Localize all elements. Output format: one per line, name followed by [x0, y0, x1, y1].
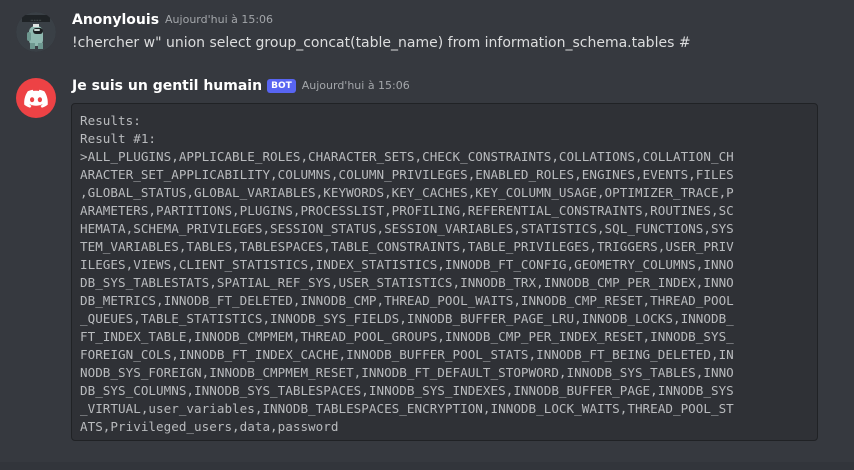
code-line: FOREIGN_COLS,INNODB_FT_INDEX_CACHE,INNOD…	[80, 347, 734, 362]
code-line: NODB_SYS_FOREIGN,INNODB_CMPMEM_RESET,INN…	[80, 365, 734, 380]
message-header: Anonylouis Aujourd'hui à 15:06	[72, 12, 273, 28]
code-line: Results:	[80, 113, 141, 128]
message-author[interactable]: Anonylouis	[72, 12, 159, 28]
code-line: ,GLOBAL_STATUS,GLOBAL_VARIABLES,KEYWORDS…	[80, 185, 734, 200]
svg-text:.......: .......	[30, 17, 42, 23]
message-author[interactable]: Je suis un gentil humain	[72, 78, 262, 94]
message-timestamp: Aujourd'hui à 15:06	[165, 13, 274, 26]
code-line: DB_SYS_COLUMNS,INNODB_SYS_TABLESPACES,IN…	[80, 383, 734, 398]
code-block: Results: Result #1: >ALL_PLUGINS,APPLICABL…	[71, 103, 818, 441]
code-line: _QUEUES,TABLE_STATISTICS,INNODB_SYS_FIEL…	[80, 311, 734, 326]
code-line: ILEGES,VIEWS,CLIENT_STATISTICS,INDEX_STA…	[80, 257, 734, 272]
message-header: Je suis un gentil humain BOT Aujourd'hui…	[72, 78, 410, 94]
code-line: ARAMETERS,PARTITIONS,PLUGINS,PROCESSLIST…	[80, 203, 734, 218]
code-line: ATS,Privileged_users,data,password	[80, 419, 339, 434]
bot-badge: BOT	[267, 79, 296, 93]
bot-avatar[interactable]	[16, 78, 56, 118]
chat-message-list: ....... Anonylouis Aujourd'hui à 15:06 !…	[0, 0, 854, 470]
code-line: DB_METRICS,INNODB_FT_DELETED,INNODB_CMP,…	[80, 293, 734, 308]
code-line: FT_INDEX_TABLE,INNODB_CMPMEM,THREAD_POOL…	[80, 329, 734, 344]
code-line: TEM_VARIABLES,TABLES,TABLESPACES,TABLE_C…	[80, 239, 734, 254]
code-line: DB_SYS_TABLESTATS,SPATIAL_REF_SYS,USER_S…	[80, 275, 734, 290]
message-input-area	[0, 462, 854, 470]
among-us-crewmate-icon: .......	[16, 12, 56, 52]
code-line: ARACTER_SET_APPLICABILITY,COLUMNS,COLUMN…	[80, 167, 734, 182]
code-line: _VIRTUAL,user_variables,INNODB_TABLESPAC…	[80, 401, 734, 416]
code-line: Result #1:	[80, 131, 157, 146]
code-line: HEMATA,SCHEMA_PRIVILEGES,SESSION_STATUS,…	[80, 221, 734, 236]
message-user: ....... Anonylouis Aujourd'hui à 15:06 !…	[0, 0, 854, 70]
discord-logo-icon	[24, 89, 48, 108]
message-timestamp: Aujourd'hui à 15:06	[301, 79, 410, 92]
message-content: !chercher w" union select group_concat(t…	[72, 35, 691, 51]
code-line: >ALL_PLUGINS,APPLICABLE_ROLES,CHARACTER_…	[80, 149, 734, 164]
user-avatar[interactable]: .......	[16, 12, 56, 52]
